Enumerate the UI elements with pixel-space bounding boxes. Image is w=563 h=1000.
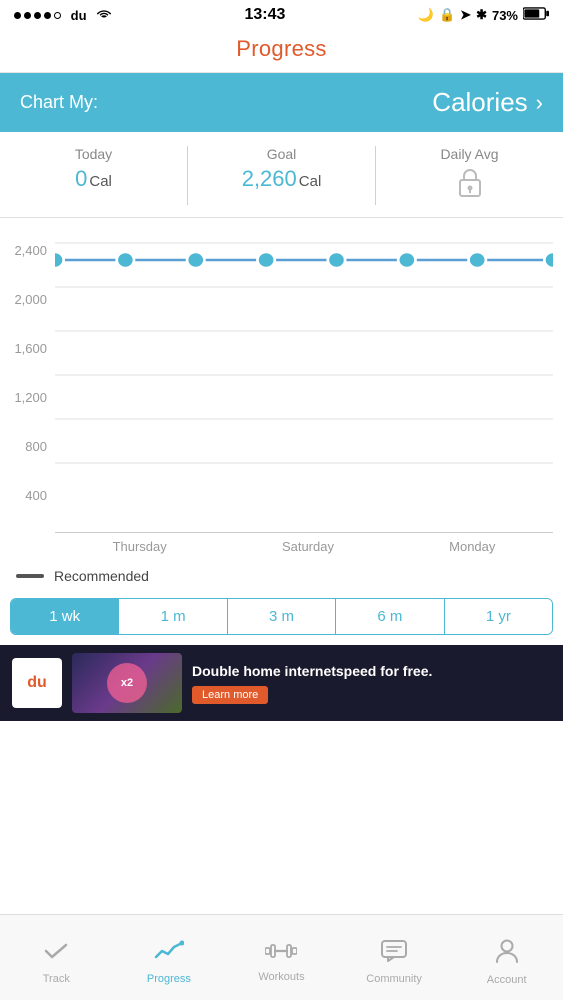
signal-dot-3	[34, 12, 41, 19]
x-label-thursday: Thursday	[113, 539, 167, 554]
status-left: du	[14, 8, 112, 23]
ad-cta-button[interactable]: Learn more	[192, 686, 268, 704]
ad-title: Double home internetspeed for free.	[192, 662, 551, 680]
location-icon: ➤	[460, 7, 471, 23]
status-time: 13:43	[245, 6, 286, 24]
chart-my-label: Chart My:	[20, 92, 98, 113]
time-btn-6m[interactable]: 6 m	[336, 599, 444, 634]
y-label-2400: 2,400	[0, 243, 47, 258]
chart-my-selector[interactable]: Calories ›	[432, 87, 543, 118]
daily-avg-label: Daily Avg	[376, 146, 563, 162]
account-label: Account	[487, 974, 527, 986]
lock-location-icon: 🔒	[439, 7, 455, 23]
lock-icon	[376, 166, 563, 205]
chart-svg	[55, 238, 553, 508]
y-label-1200: 1,200	[0, 390, 47, 405]
chart-my-banner[interactable]: Chart My: Calories ›	[0, 73, 563, 132]
goal-value: 2,260Cal	[188, 166, 375, 192]
chart-area: 2,400 2,000 1,600 1,200 800 400	[0, 218, 563, 592]
x-axis: Thursday Saturday Monday	[55, 532, 553, 560]
nav-item-community[interactable]: Community	[338, 915, 451, 1000]
community-label: Community	[366, 973, 422, 985]
stat-goal: Goal 2,260Cal	[188, 146, 376, 205]
chevron-right-icon: ›	[536, 90, 543, 116]
ad-image: x2	[72, 653, 182, 713]
chart-legend: Recommended	[0, 560, 563, 592]
page-title: Progress	[0, 36, 563, 62]
track-label: Track	[43, 973, 70, 985]
ad-logo: du	[12, 658, 62, 708]
nav-item-track[interactable]: Track	[0, 915, 113, 1000]
signal-dot-2	[24, 12, 31, 19]
wifi-icon	[96, 8, 112, 23]
nav-item-account[interactable]: Account	[450, 915, 563, 1000]
legend-label: Recommended	[54, 568, 149, 584]
y-label-800: 800	[0, 439, 47, 454]
time-btn-1wk[interactable]: 1 wk	[11, 599, 119, 634]
signal-dot-1	[14, 12, 21, 19]
moon-icon: 🌙	[418, 7, 434, 23]
time-btn-3m[interactable]: 3 m	[228, 599, 336, 634]
y-label-1600: 1,600	[0, 341, 47, 356]
status-bar: du 13:43 🌙 🔒 ➤ ✱ 73%	[0, 0, 563, 28]
x-label-saturday: Saturday	[282, 539, 334, 554]
status-right: 🌙 🔒 ➤ ✱ 73%	[418, 7, 549, 23]
today-label: Today	[0, 146, 187, 162]
chart-inner	[55, 238, 553, 508]
stat-today: Today 0Cal	[0, 146, 188, 205]
ad-text: Double home internetspeed for free. Lear…	[192, 662, 551, 703]
track-icon	[42, 939, 70, 969]
workouts-icon	[265, 941, 297, 967]
stat-daily-avg: Daily Avg	[376, 146, 563, 205]
time-btn-1m[interactable]: 1 m	[119, 599, 227, 634]
y-label-2000: 2,000	[0, 292, 47, 307]
nav-item-workouts[interactable]: Workouts	[225, 915, 338, 1000]
time-range-selector[interactable]: 1 wk 1 m 3 m 6 m 1 yr	[10, 598, 553, 635]
battery-icon	[523, 7, 549, 23]
carrier-name: du	[71, 8, 87, 23]
nav-item-progress[interactable]: Progress	[113, 915, 226, 1000]
y-label-400: 400	[0, 488, 47, 503]
x-label-monday: Monday	[449, 539, 495, 554]
workouts-label: Workouts	[258, 971, 304, 983]
goal-label: Goal	[188, 146, 375, 162]
progress-label: Progress	[147, 973, 191, 985]
today-value: 0Cal	[0, 166, 187, 192]
time-btn-1yr[interactable]: 1 yr	[445, 599, 552, 634]
signal-dot-5	[54, 12, 61, 19]
legend-line	[16, 574, 44, 578]
app-header: Progress	[0, 28, 563, 73]
bottom-nav: Track Progress Workouts	[0, 914, 563, 1000]
account-icon	[495, 938, 519, 970]
chart-my-value: Calories	[432, 87, 527, 118]
signal-dot-4	[44, 12, 51, 19]
bluetooth-icon: ✱	[476, 7, 487, 23]
progress-icon	[154, 939, 184, 969]
y-axis: 2,400 2,000 1,600 1,200 800 400	[0, 238, 55, 508]
community-icon	[381, 939, 407, 969]
stats-row: Today 0Cal Goal 2,260Cal Daily Avg	[0, 132, 563, 218]
ad-banner[interactable]: du x2 Double home internetspeed for free…	[0, 645, 563, 721]
battery-percent: 73%	[492, 8, 518, 23]
ad-circle: x2	[107, 663, 147, 703]
